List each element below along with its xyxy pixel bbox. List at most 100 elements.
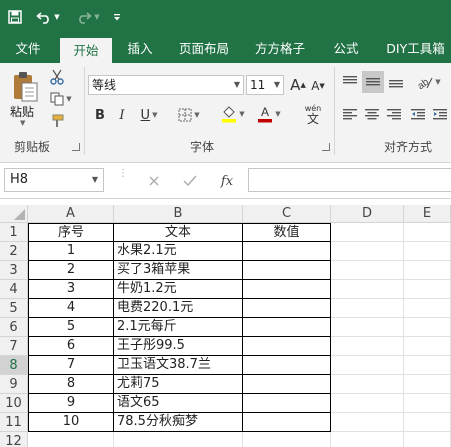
font-dialog-launcher-icon[interactable] (322, 143, 330, 151)
font-name-combo[interactable]: 等线 ▼ (88, 75, 244, 95)
cell-b8[interactable]: 卫玉语文38.7兰 (114, 356, 243, 375)
cell-e10[interactable] (404, 394, 451, 413)
cell-e1[interactable] (404, 223, 451, 242)
font-color-button[interactable]: A ▼ (254, 103, 284, 125)
cell-b1[interactable]: 文本 (114, 223, 243, 242)
cell-d10[interactable] (331, 394, 404, 413)
row-header-7[interactable]: 7 (0, 337, 28, 356)
cell-c11[interactable] (243, 413, 331, 432)
decrease-indent-icon[interactable] (408, 105, 428, 123)
copy-icon[interactable]: ▼ (46, 90, 76, 108)
cell-c7[interactable] (243, 337, 331, 356)
column-header-b[interactable]: B (114, 205, 243, 223)
formula-bar-divider-icon[interactable]: ⋮ (118, 169, 128, 189)
tab-diy-toolbox[interactable]: DIY工具箱 (380, 34, 451, 63)
enter-icon[interactable] (180, 171, 200, 191)
column-header-a[interactable]: A (28, 205, 114, 223)
cell-e7[interactable] (404, 337, 451, 356)
cell-a9[interactable]: 8 (28, 375, 114, 394)
cell-c4[interactable] (243, 280, 331, 299)
bold-button[interactable]: B (92, 105, 108, 125)
cell-e9[interactable] (404, 375, 451, 394)
cell-c1[interactable]: 数值 (243, 223, 331, 242)
cell-a4[interactable]: 3 (28, 280, 114, 299)
cell-d11[interactable] (331, 413, 404, 432)
align-middle-icon[interactable] (362, 71, 384, 93)
insert-function-button[interactable]: fx (216, 171, 238, 191)
cell-d9[interactable] (331, 375, 404, 394)
column-header-e[interactable]: E (404, 205, 451, 223)
paste-icon[interactable] (8, 69, 42, 105)
paste-dropdown-icon[interactable]: ▼ (20, 119, 25, 127)
cell-b5[interactable]: 电费220.1元 (114, 299, 243, 318)
cell-d7[interactable] (331, 337, 404, 356)
cell-a6[interactable]: 5 (28, 318, 114, 337)
italic-button[interactable]: I (114, 105, 130, 125)
worksheet-grid[interactable]: ABCDE 1 2 3 4 5 6 7 8 9 10 11 12 序号 文本 数值 1 水果2.1元 2 买了3箱… (0, 205, 451, 447)
cell-d6[interactable] (331, 318, 404, 337)
cell-c8[interactable] (243, 356, 331, 375)
cell-a1[interactable]: 序号 (28, 223, 114, 242)
cell-c3[interactable] (243, 261, 331, 280)
cell-a11[interactable]: 10 (28, 413, 114, 432)
tab-fangfangezi[interactable]: 方方格子 (248, 34, 312, 63)
align-bottom-icon[interactable] (386, 73, 406, 91)
phonetic-guide-button[interactable]: wén 文 (296, 103, 330, 127)
name-box-dropdown-icon[interactable]: ▼ (92, 169, 98, 191)
font-size-combo[interactable]: 11 ▼ (246, 75, 284, 95)
cell-d3[interactable] (331, 261, 404, 280)
tab-insert[interactable]: 插入 (118, 34, 162, 63)
row-header-9[interactable]: 9 (0, 375, 28, 394)
cell-e12[interactable] (404, 432, 451, 447)
row-header-11[interactable]: 11 (0, 413, 28, 432)
cell-b9[interactable]: 尤莉75 (114, 375, 243, 394)
font-size-dropdown-icon[interactable]: ▼ (274, 76, 280, 94)
cell-c12[interactable] (243, 432, 331, 447)
redo-icon[interactable]: ▼ (74, 7, 102, 27)
increase-font-size-button[interactable]: A ▲ (290, 75, 306, 95)
cell-b4[interactable]: 牛奶1.2元 (114, 280, 243, 299)
align-top-icon[interactable] (340, 73, 360, 91)
row-header-3[interactable]: 3 (0, 261, 28, 280)
row-header-6[interactable]: 6 (0, 318, 28, 337)
undo-icon[interactable]: ▼ (34, 7, 62, 27)
cell-e11[interactable] (404, 413, 451, 432)
cell-c6[interactable] (243, 318, 331, 337)
cell-e8[interactable] (404, 356, 451, 375)
orientation-icon[interactable]: ab ▼ (410, 71, 446, 93)
decrease-font-size-button[interactable]: A ▼ (310, 77, 326, 95)
column-header-c[interactable]: C (243, 205, 331, 223)
cell-d2[interactable] (331, 242, 404, 261)
cell-d5[interactable] (331, 299, 404, 318)
tab-page-layout[interactable]: 页面布局 (172, 34, 236, 63)
row-header-8[interactable]: 8 (0, 356, 28, 375)
cell-a5[interactable]: 4 (28, 299, 114, 318)
align-right-icon[interactable] (384, 105, 404, 123)
cell-a3[interactable]: 2 (28, 261, 114, 280)
cell-c9[interactable] (243, 375, 331, 394)
cell-b2[interactable]: 水果2.1元 (114, 242, 243, 261)
tab-file[interactable]: 文件 (6, 34, 50, 63)
cell-c2[interactable] (243, 242, 331, 261)
tab-formulas[interactable]: 公式 (324, 34, 368, 63)
increase-indent-icon[interactable] (430, 105, 450, 123)
align-left-icon[interactable] (340, 105, 360, 123)
row-header-4[interactable]: 4 (0, 280, 28, 299)
cell-e5[interactable] (404, 299, 451, 318)
cell-b6[interactable]: 2.1元每斤 (114, 318, 243, 337)
format-painter-icon[interactable] (46, 112, 68, 130)
cell-b3[interactable]: 买了3箱苹果 (114, 261, 243, 280)
row-header-12[interactable]: 12 (0, 432, 28, 447)
cell-d1[interactable] (331, 223, 404, 242)
row-header-5[interactable]: 5 (0, 299, 28, 318)
cell-e4[interactable] (404, 280, 451, 299)
cell-a10[interactable]: 9 (28, 394, 114, 413)
name-box[interactable]: H8 ▼ (4, 168, 104, 192)
underline-button[interactable]: U ▼ (136, 105, 162, 125)
column-header-d[interactable]: D (331, 205, 404, 223)
save-icon[interactable] (6, 7, 24, 27)
cut-icon[interactable] (46, 68, 68, 86)
cell-b10[interactable]: 语文65 (114, 394, 243, 413)
cell-a8[interactable]: 7 (28, 356, 114, 375)
cell-a7[interactable]: 6 (28, 337, 114, 356)
